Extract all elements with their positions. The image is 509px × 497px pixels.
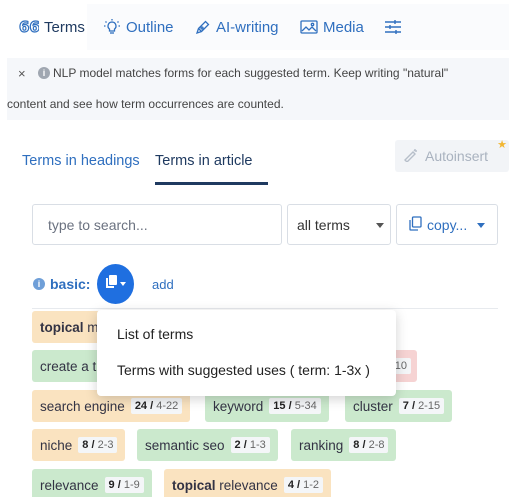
term-text: topical relevance [172, 477, 278, 493]
premium-star-icon: ★ [497, 139, 507, 151]
term-count-badge: 24 / 4-22 [130, 398, 183, 414]
filter-select[interactable]: all terms [287, 204, 391, 245]
info-text-line2: content and see how term occurrences are… [7, 97, 284, 111]
tab-terms-in-article[interactable]: Terms in article [155, 153, 253, 169]
term-text: create a t [40, 358, 97, 374]
info-banner: × i NLP model matches forms for each sug… [7, 58, 509, 120]
tab-terms-in-headings[interactable]: Terms in headings [22, 153, 140, 169]
copy-icon [409, 215, 422, 234]
term-count-badge: 4 / 1-2 [283, 477, 324, 493]
svg-text:66: 66 [19, 19, 39, 35]
term-count-badge: 7 / 2-15 [398, 398, 445, 414]
term-chip[interactable]: topical relevance 4 / 1-2 [164, 469, 332, 497]
tab-terms-label: Terms [44, 18, 85, 36]
tab-terms[interactable]: 66 Terms [7, 4, 87, 50]
basic-label: basic: [50, 276, 91, 292]
tab-ai-writing-label: AI-writing [216, 18, 279, 36]
top-tab-bar: 66 Terms Outline AI-writing Media [7, 4, 509, 50]
autoinsert-label: Autoinsert [425, 148, 489, 164]
term-chip[interactable]: relevance 9 / 1-9 [32, 469, 152, 497]
term-count-badge: 2 / 1-3 [230, 437, 270, 453]
autoinsert-button[interactable]: Autoinsert ★ [395, 139, 509, 172]
tab-media-label: Media [323, 18, 364, 36]
lightbulb-icon [103, 18, 121, 36]
tab-outline[interactable]: Outline [103, 4, 174, 50]
info-icon: i [38, 67, 50, 79]
tab-outline-label: Outline [126, 18, 174, 36]
sliders-icon [384, 19, 402, 35]
active-tab-underline [155, 182, 268, 185]
chevron-down-icon [477, 223, 485, 228]
term-text: semantic seo [145, 437, 225, 453]
close-icon[interactable]: × [18, 66, 26, 81]
copy-icon [105, 275, 117, 293]
term-text: niche [40, 437, 73, 453]
term-chip[interactable]: niche 8 / 2-3 [32, 429, 126, 461]
term-text: topical m [40, 319, 99, 335]
term-text: search engine [40, 398, 125, 414]
divider [32, 308, 498, 309]
term-chip[interactable]: ranking 8 / 2-8 [291, 429, 397, 461]
copy-terms-menu-button[interactable] [97, 264, 134, 304]
copy-dropdown-button[interactable]: copy... [396, 204, 498, 245]
pen-icon [194, 19, 211, 36]
magic-wand-icon [403, 148, 419, 165]
chevron-down-icon [376, 223, 384, 228]
term-text: keyword [213, 398, 264, 414]
term-text: cluster [353, 398, 393, 414]
settings-sliders-button[interactable] [384, 4, 402, 50]
menu-item-terms-with-suggested-uses[interactable]: Terms with suggested uses ( term: 1-3x ) [117, 362, 370, 378]
add-link[interactable]: add [152, 277, 174, 292]
term-count-badge: 9 / 1-9 [104, 477, 144, 493]
tab-ai-writing[interactable]: AI-writing [194, 4, 279, 50]
info-icon: i [33, 278, 45, 290]
term-text: relevance [40, 477, 99, 493]
filter-select-value: all terms [297, 216, 350, 233]
menu-item-list-of-terms[interactable]: List of terms [117, 326, 193, 342]
copy-terms-dropdown-menu: List of terms Terms with suggested uses … [97, 310, 396, 396]
terms-icon: 66 [19, 19, 39, 35]
copy-button-label: copy... [427, 216, 468, 233]
term-count-badge: 8 / 2-8 [349, 437, 389, 453]
term-count-badge: 15 / 5-34 [269, 398, 321, 414]
term-chip[interactable]: semantic seo 2 / 1-3 [137, 429, 278, 461]
tab-media[interactable]: Media [300, 4, 364, 50]
term-text: ranking [299, 437, 344, 453]
image-icon [300, 19, 318, 35]
info-text-line1: NLP model matches forms for each suggest… [53, 66, 449, 80]
search-input[interactable] [32, 204, 282, 245]
term-count-badge: 8 / 2-3 [78, 437, 118, 453]
chevron-down-icon [119, 282, 126, 286]
